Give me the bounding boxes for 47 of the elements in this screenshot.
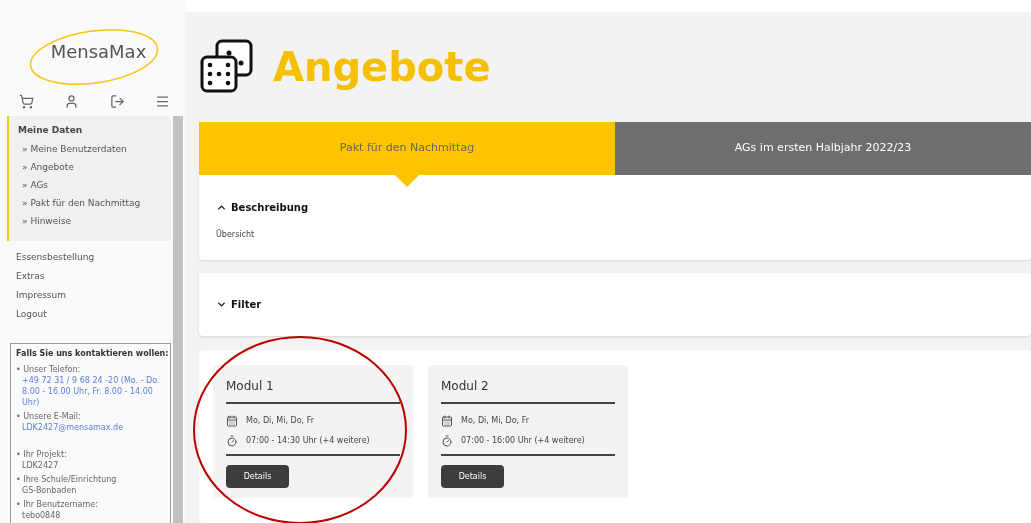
contact-label: • Ihr Projekt: [16,448,68,460]
module-title: Modul 1 [226,377,400,404]
description-text: Übersicht [216,229,256,241]
tab[interactable]: AGs im ersten Halbjahr 2022/23 [615,122,1031,175]
menu-item[interactable]: » AGs [22,178,167,197]
contact-label: • Unser Telefon: [16,363,82,375]
page-title: Angebote [273,43,491,92]
logo-text: MensaMax [50,39,147,64]
scrollbar[interactable] [173,116,183,523]
sidebar-link[interactable]: Logout [16,305,171,325]
contact-label: • Unsere E-Mail: [16,410,82,422]
cart-icon[interactable] [19,93,35,109]
contact-link[interactable]: +49 72 31 / 9 68 24 -20 (Mo. - Do. 8.00 - 16.00 Uhr, Fr. 8.00 - 14.00 Uhr) [16,374,165,408]
contact-value: GS-Bonbaden [21,484,78,496]
calendar-icon [226,415,238,427]
module-title: Modul 2 [441,377,615,404]
logout-icon[interactable] [109,93,125,109]
filter-title: Filter [231,298,262,312]
module-days: Mo, Di, Mi, Do, Fr [461,415,529,427]
contact-value: tebo0848 [21,509,62,521]
menu-group-title[interactable]: Meine Daten [18,124,167,138]
menu-icon[interactable] [154,93,170,109]
details-button[interactable]: Details [441,465,504,488]
chevron-down-icon [216,299,227,310]
module-time: 07:00 - 14:30 Uhr (+4 weitere) [246,435,370,447]
contact-link[interactable]: LDK2427@mensamax.de [16,421,165,433]
filter-toggle[interactable]: Filter [216,297,262,312]
description-toggle[interactable]: Beschreibung [216,200,1014,215]
menu-item[interactable]: » Hinweise [22,214,167,233]
module-time: 07:00 - 16:00 Uhr (+4 weitere) [461,435,585,447]
contact-label: • Ihr Benutzername: [16,498,99,510]
stopwatch-icon [226,435,238,447]
description-title: Beschreibung [231,201,309,215]
sidebar-link[interactable]: Extras [16,267,171,287]
contact-value: LDK2427 [21,459,60,471]
stopwatch-icon [441,435,453,447]
calendar-icon [441,415,453,427]
menu-item[interactable]: » Meine Benutzerdaten [22,142,167,161]
details-button[interactable]: Details [226,465,289,488]
chevron-up-icon [216,202,227,213]
user-icon[interactable] [64,93,80,109]
menu-item[interactable]: » Pakt für den Nachmittag [22,196,167,215]
sidebar-link[interactable]: Impressum [16,286,171,306]
sidebar-link[interactable]: Essensbestellung [16,248,171,268]
module-days: Mo, Di, Mi, Do, Fr [246,415,314,427]
contact-label: • Ihre Schule/Einrichtung [16,473,118,485]
menu-item[interactable]: » Angebote [22,160,167,179]
